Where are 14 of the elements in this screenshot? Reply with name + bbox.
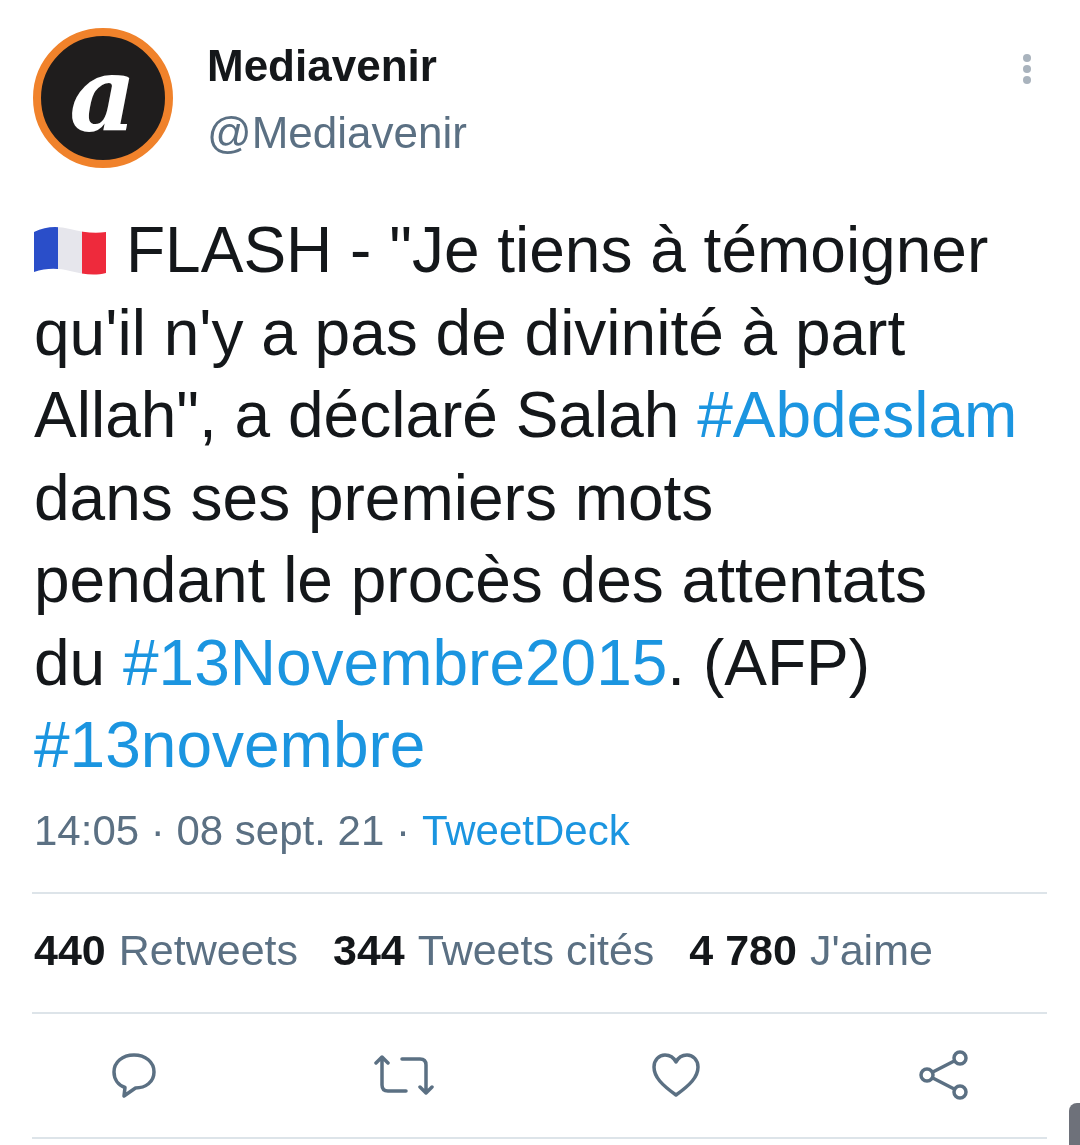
avatar-logo[interactable]: a <box>33 28 173 168</box>
stat-link[interactable]: 440 Retweets <box>34 923 298 976</box>
share-icon[interactable] <box>918 1049 970 1101</box>
author-handle: @Mediavenir <box>207 107 467 159</box>
heart-icon[interactable] <box>650 1051 702 1099</box>
tweet-timestamp: 14:05 · 08 sept. 21 · <box>34 806 410 854</box>
tweet-text: FLASH - "Je tiens à témoigner qu'il n'y a pas de divinité à part Allah", a déclaré Salah #Abdeslam dans ses premiers mots pendant le procès des attentats du #13Novembre2015. (AFP) #13novembre <box>33 213 1019 783</box>
retweet-icon[interactable] <box>374 1053 434 1097</box>
scroll-thumb[interactable] <box>1069 1103 1080 1145</box>
author-name: Mediavenir <box>207 40 438 92</box>
reply-icon[interactable] <box>110 1051 158 1099</box>
flag-icon <box>34 226 106 276</box>
stat-link[interactable]: 344 Tweets cités <box>333 923 655 976</box>
stat-link[interactable]: 4 780 J'aime <box>689 923 933 976</box>
